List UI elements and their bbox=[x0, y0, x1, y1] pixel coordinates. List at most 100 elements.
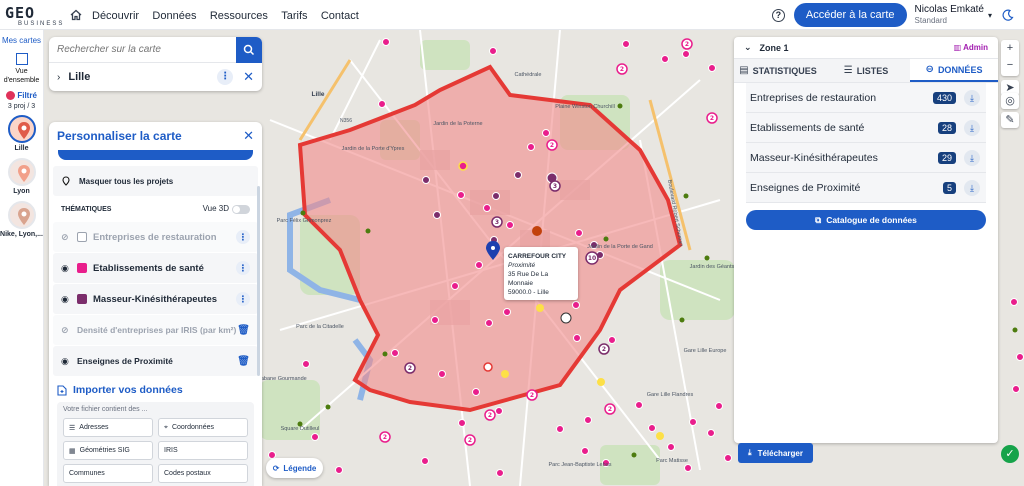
eye-off-icon[interactable]: ⊘ bbox=[61, 232, 71, 243]
zoom-out-button[interactable]: − bbox=[1001, 57, 1019, 74]
city-lyon[interactable]: Lyon bbox=[0, 158, 43, 196]
svg-text:Parc Matisse: Parc Matisse bbox=[656, 458, 688, 464]
layer-proximity[interactable]: ◉ Enseignes de Proximité 🗑 bbox=[53, 346, 258, 376]
help-icon[interactable]: ? bbox=[771, 8, 785, 22]
download-icon[interactable]: ⤓ bbox=[964, 179, 980, 196]
svg-text:3: 3 bbox=[553, 183, 557, 190]
close-icon[interactable]: ✕ bbox=[243, 128, 254, 144]
user-caret-icon[interactable]: ▾ bbox=[988, 11, 992, 20]
trash-icon[interactable]: 🗑 bbox=[237, 356, 250, 367]
svg-text:2: 2 bbox=[685, 41, 689, 48]
thematics-label: THÉMATIQUES bbox=[61, 205, 112, 213]
svg-text:2: 2 bbox=[488, 412, 492, 419]
count-badge: 5 bbox=[942, 181, 956, 194]
svg-text:2: 2 bbox=[530, 392, 534, 399]
tab-statistics[interactable]: ▤ STATISTIQUES bbox=[734, 59, 822, 82]
count-badge: 29 bbox=[937, 151, 956, 164]
left-rail: Mes cartes Vue d'ensemble Filtré 3 proj … bbox=[0, 30, 44, 486]
nav-donnees[interactable]: Données bbox=[152, 10, 196, 22]
legend-icon: ⟳ bbox=[272, 463, 280, 473]
layer-options-button[interactable]: ⋮ bbox=[236, 230, 250, 244]
user-menu[interactable]: Nicolas Emkaté Standard bbox=[915, 4, 984, 26]
layer-options-button[interactable]: ⋮ bbox=[236, 261, 250, 275]
download-icon[interactable]: ⤓ bbox=[964, 149, 980, 166]
layer-options-button[interactable]: ⋮ bbox=[236, 292, 250, 306]
nav-ressources[interactable]: Ressources bbox=[210, 10, 268, 22]
eye-off-icon[interactable]: ⊘ bbox=[61, 325, 71, 336]
status-ok-icon: ✓ bbox=[1001, 445, 1019, 463]
popup-city: 59000.0 - Lille bbox=[508, 289, 549, 296]
svg-text:2: 2 bbox=[620, 66, 624, 73]
eye-icon[interactable]: ◉ bbox=[61, 356, 71, 367]
download-icon[interactable]: ⤓ bbox=[964, 89, 980, 106]
grid-icon: ▦ bbox=[69, 447, 76, 455]
legend-button[interactable]: ⟳ Légende bbox=[266, 458, 323, 478]
import-communes[interactable]: Communes bbox=[63, 464, 153, 483]
popup-address: 35 Rue De La Monnaie bbox=[508, 271, 549, 287]
admin-link[interactable]: ▥ Admin bbox=[954, 43, 988, 52]
city-nike[interactable]: Nike, Lyon,... bbox=[0, 201, 43, 239]
import-coordinates[interactable]: ⌖ Coordonnées bbox=[158, 418, 248, 437]
logo[interactable]: GEO BUSINESS bbox=[4, 2, 62, 28]
nav-tarifs[interactable]: Tarifs bbox=[281, 10, 307, 22]
layer-health[interactable]: ◉ Etablissements de santé ⋮ bbox=[53, 253, 258, 283]
svg-text:Jardin des Géants: Jardin des Géants bbox=[690, 264, 735, 270]
overview-button[interactable]: Vue d'ensemble bbox=[0, 53, 43, 85]
vue3d-toggle[interactable]: Vue 3D bbox=[203, 204, 250, 214]
search-button[interactable] bbox=[236, 36, 262, 63]
tab-lists[interactable]: ☰ LISTES bbox=[822, 59, 910, 82]
chevron-right-icon[interactable]: › bbox=[57, 72, 60, 83]
download-button[interactable]: ⤓ Télécharger bbox=[738, 443, 813, 463]
open-map-button[interactable]: Accéder à la carte bbox=[793, 3, 907, 27]
chevron-down-icon[interactable]: ⌄ bbox=[744, 42, 752, 53]
svg-text:2: 2 bbox=[602, 346, 606, 353]
map-pin-icon bbox=[62, 176, 70, 186]
home-icon[interactable] bbox=[70, 9, 82, 21]
list-icon: ☰ bbox=[843, 65, 853, 76]
layer-restaurants[interactable]: ⊘ Entreprises de restauration ⋮ bbox=[53, 222, 258, 252]
zoom-in-button[interactable]: + bbox=[1001, 40, 1019, 57]
eye-icon[interactable]: ◉ bbox=[61, 294, 71, 305]
catalog-icon: ⧉ bbox=[815, 214, 822, 225]
svg-text:Square Dutilleul: Square Dutilleul bbox=[281, 426, 320, 432]
locate-icon[interactable]: ◎ bbox=[1001, 93, 1019, 109]
svg-text:Jardin de la Porte d'Ypres: Jardin de la Porte d'Ypres bbox=[342, 146, 405, 152]
catalog-button-partial[interactable] bbox=[58, 150, 253, 160]
hide-projects-toggle[interactable]: Masquer tous les projets bbox=[53, 166, 258, 196]
current-city: Lille bbox=[68, 71, 91, 83]
filter-badge[interactable]: Filtré bbox=[0, 91, 43, 101]
layer-density[interactable]: ⊘ Densité d'entreprises par IRIS (par km… bbox=[53, 315, 258, 345]
nav-contact[interactable]: Contact bbox=[321, 10, 359, 22]
tab-data[interactable]: ⊖ DONNÉES bbox=[910, 59, 998, 82]
city-lille[interactable]: Lille bbox=[0, 115, 43, 153]
scrollbar[interactable] bbox=[257, 186, 260, 376]
import-addresses[interactable]: ☰ Adresses bbox=[63, 418, 153, 437]
svg-text:Gare Lille Europe: Gare Lille Europe bbox=[684, 348, 727, 354]
top-bar: GEO BUSINESS Découvrir Données Ressource… bbox=[0, 0, 1024, 30]
svg-text:2: 2 bbox=[608, 406, 612, 413]
svg-text:Lille: Lille bbox=[311, 91, 324, 98]
popup-category: Proximité bbox=[508, 262, 536, 269]
layer-kine[interactable]: ◉ Masseur-Kinésithérapeutes ⋮ bbox=[53, 284, 258, 314]
ruler-icon[interactable]: ✎ bbox=[1001, 112, 1019, 128]
city-avatar-icon bbox=[7, 201, 36, 230]
close-icon[interactable]: ✕ bbox=[243, 69, 254, 85]
svg-text:2: 2 bbox=[468, 437, 472, 444]
trash-icon[interactable]: 🗑 bbox=[237, 325, 250, 336]
import-postcodes[interactable]: Codes postaux bbox=[158, 464, 248, 483]
download-icon[interactable]: ⤓ bbox=[964, 119, 980, 136]
eye-icon[interactable]: ◉ bbox=[61, 263, 71, 274]
svg-text:Parc Jean-Baptiste Lebas: Parc Jean-Baptiste Lebas bbox=[549, 462, 612, 468]
nav-decouvrir[interactable]: Découvrir bbox=[92, 10, 139, 22]
data-catalog-button[interactable]: ⧉ Catalogue de données bbox=[746, 210, 986, 230]
import-iris[interactable]: IRIS bbox=[158, 441, 248, 460]
toggle-switch[interactable] bbox=[232, 204, 250, 214]
search-card: › Lille ⋮ ✕ bbox=[49, 36, 262, 91]
data-row: Entreprises de restauration 430 ⤓ bbox=[746, 83, 986, 113]
svg-text:N356: N356 bbox=[340, 118, 352, 124]
search-input[interactable] bbox=[49, 44, 236, 55]
stats-icon: ▤ bbox=[739, 65, 749, 76]
city-options-button[interactable]: ⋮ bbox=[217, 69, 234, 85]
import-gis[interactable]: ▦ Géométries SIG bbox=[63, 441, 153, 460]
dark-mode-icon[interactable] bbox=[1002, 9, 1014, 21]
